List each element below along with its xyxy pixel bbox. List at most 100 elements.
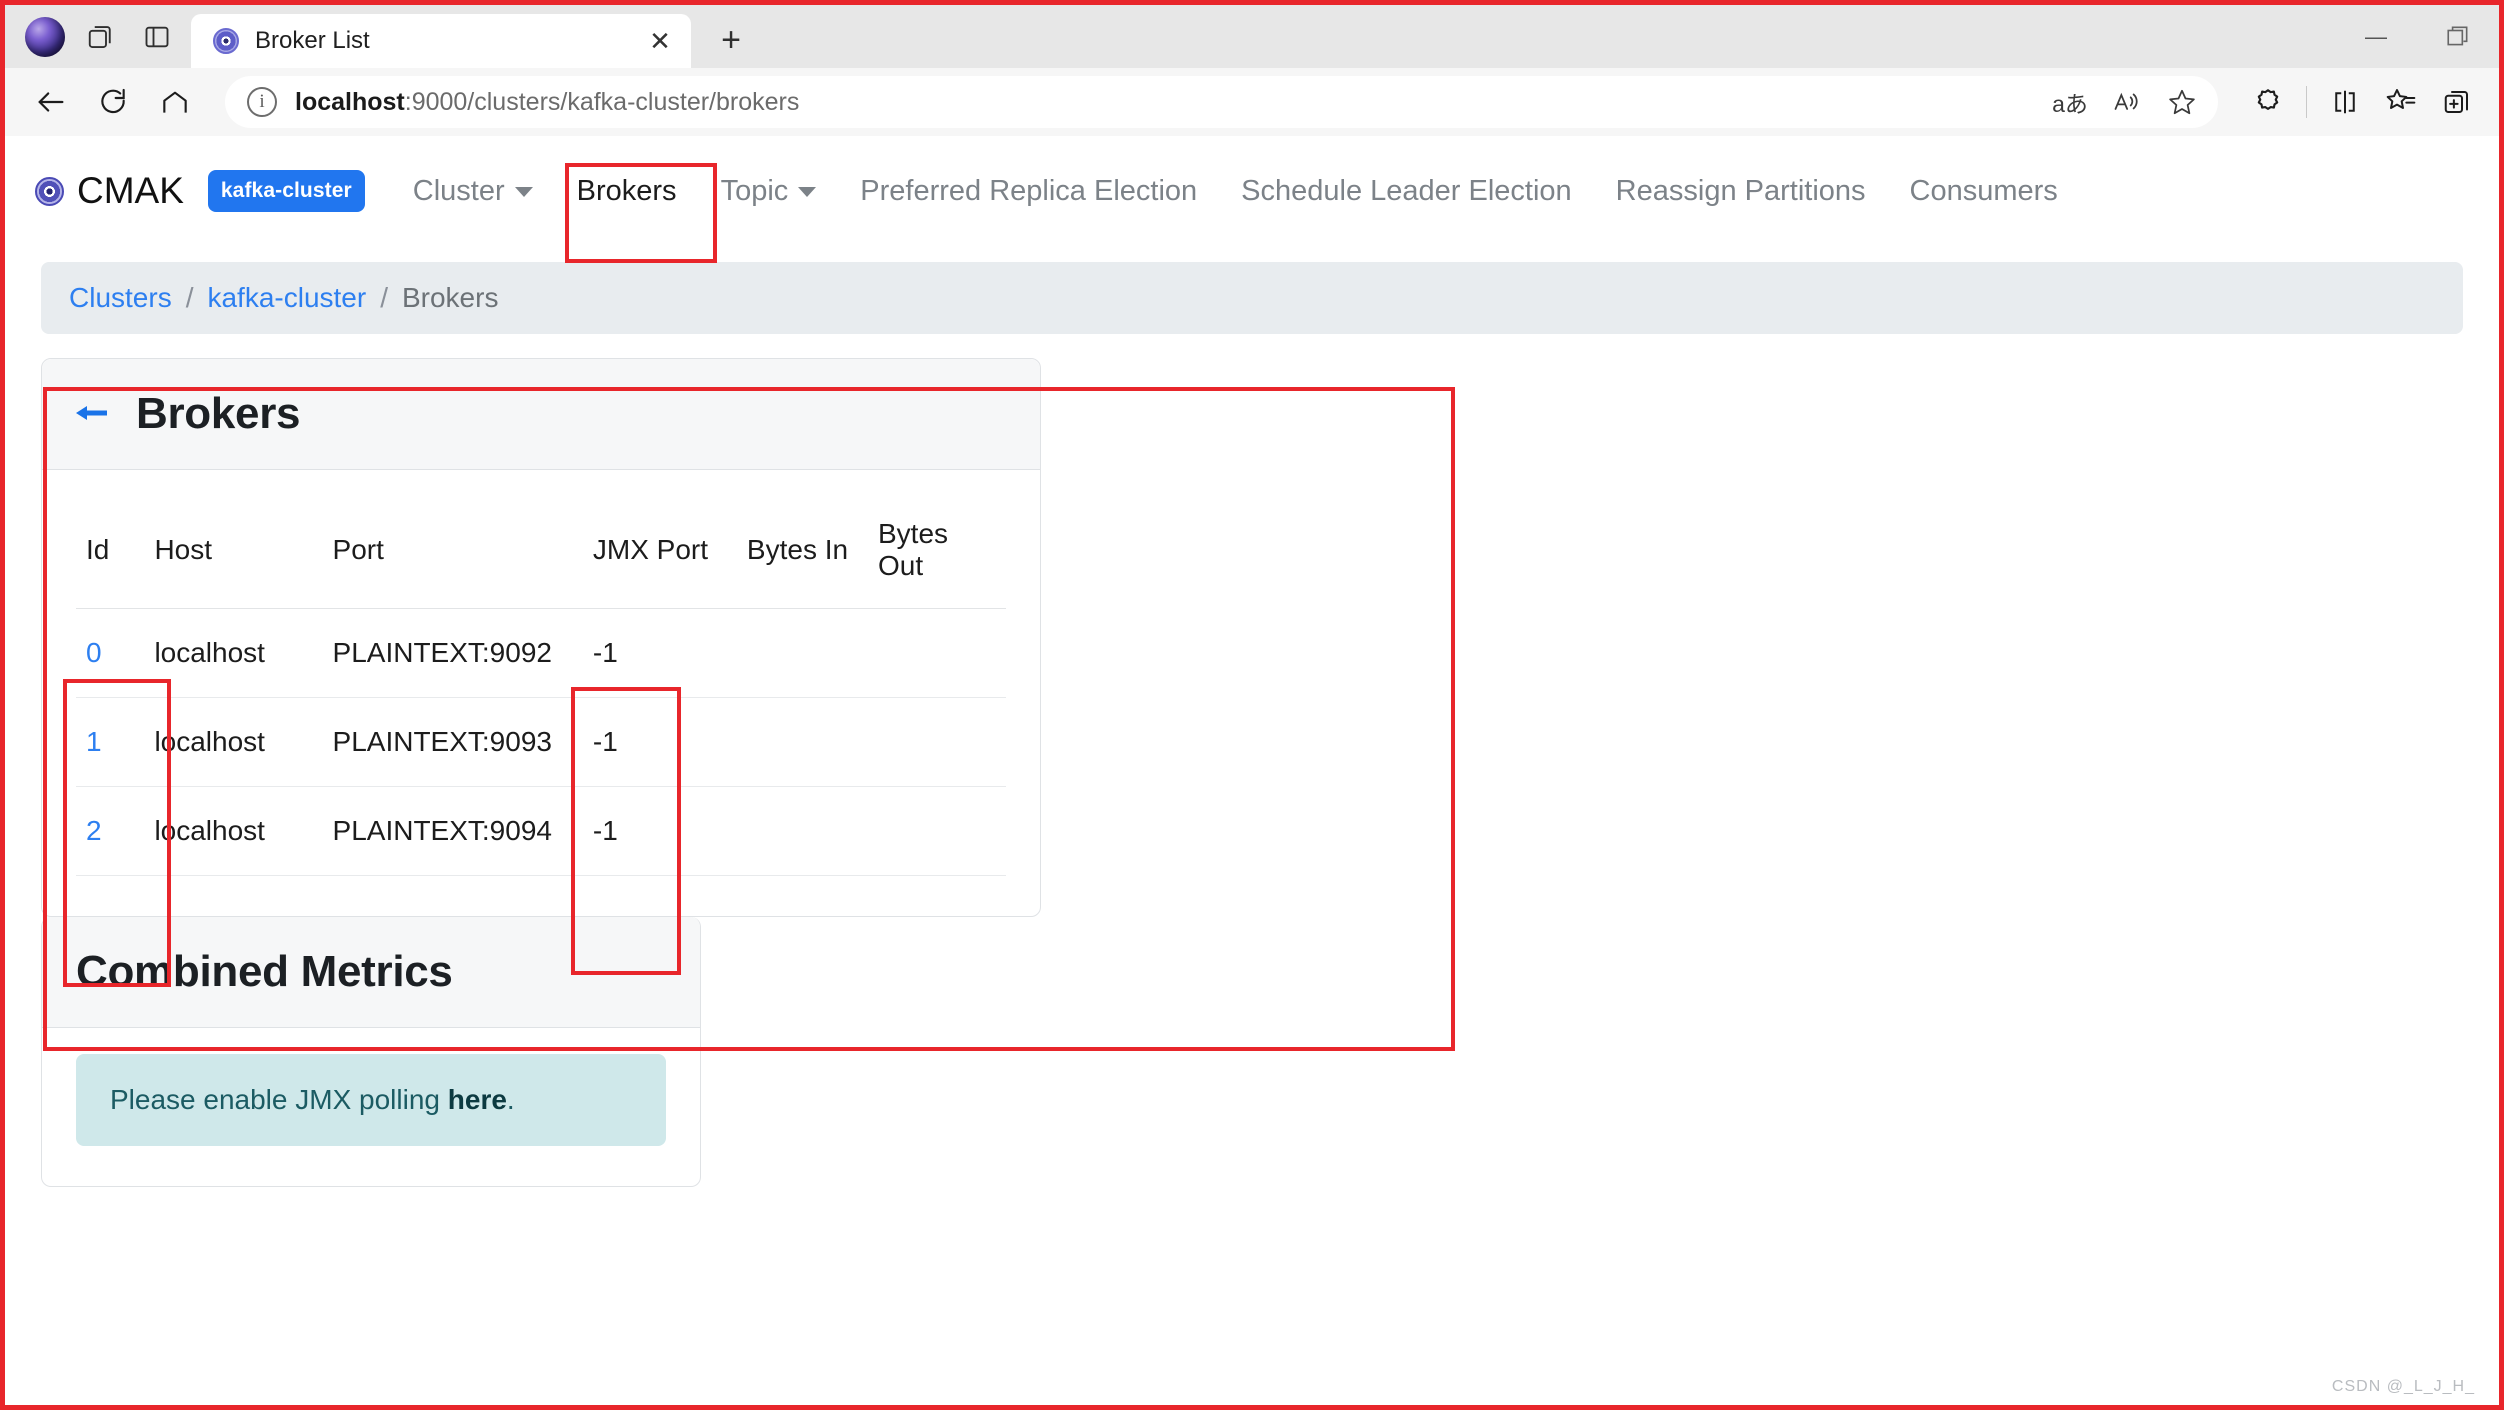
brokers-table-body: 0 localhost PLAINTEXT:9092 -1 1 localhos…: [76, 608, 1006, 876]
cmak-brand-label: CMAK: [77, 170, 184, 211]
browser-tab[interactable]: Broker List ✕: [191, 14, 691, 68]
omnibox-actions: aあ: [2044, 78, 2208, 126]
cell-bytes-out: [868, 608, 1006, 698]
reload-button[interactable]: [85, 74, 141, 130]
broker-id-link[interactable]: 1: [86, 726, 102, 757]
collections-icon[interactable]: [2429, 74, 2485, 130]
watermark: CSDN @_L_J_H_: [2331, 1378, 2475, 1395]
new-tab-button[interactable]: +: [705, 14, 757, 66]
nav-item-cluster[interactable]: Cluster: [391, 167, 555, 216]
nav-item-topic[interactable]: Topic: [699, 167, 839, 216]
breadcrumb-separator: /: [380, 282, 388, 313]
brokers-table-head: Id Host Port JMX Port Bytes In Bytes Out: [76, 496, 1006, 609]
breadcrumb-item-clusters[interactable]: Clusters: [69, 282, 172, 314]
nav-item-brokers-label: Brokers: [576, 174, 677, 207]
app-navbar: CMAK kafka-cluster Cluster Brokers Topic…: [5, 136, 2499, 246]
cell-host: localhost: [144, 697, 323, 787]
brokers-card-header: Brokers: [42, 359, 1040, 470]
cmak-favicon-icon: [213, 28, 239, 54]
split-screen-icon[interactable]: [2317, 74, 2373, 130]
read-aloud-icon[interactable]: [2100, 78, 2152, 126]
table-row: 2 localhost PLAINTEXT:9094 -1: [76, 786, 1006, 876]
back-button[interactable]: [23, 74, 79, 130]
nav-item-consumers[interactable]: Consumers: [1888, 167, 2080, 216]
cell-port: PLAINTEXT:9094: [322, 786, 583, 876]
nav-item-preferred-replica-election[interactable]: Preferred Replica Election: [838, 167, 1219, 216]
cell-bytes-in: [736, 697, 868, 787]
column-header-bytes-in: Bytes In: [736, 496, 868, 609]
web-page: CMAK kafka-cluster Cluster Brokers Topic…: [5, 136, 2499, 1404]
cell-bytes-in: [736, 786, 868, 876]
cmak-brand[interactable]: CMAK: [35, 170, 184, 212]
jmx-alert-suffix: .: [506, 1084, 515, 1115]
site-info-icon[interactable]: i: [247, 87, 277, 117]
brokers-card-title: Brokers: [136, 389, 301, 438]
brokers-card-body: Id Host Port JMX Port Bytes In Bytes Out…: [42, 470, 1040, 916]
cell-port: PLAINTEXT:9092: [322, 608, 583, 698]
cell-id: 1: [76, 697, 145, 787]
brokers-card: Brokers Id Host Port JMX Port Bytes In B…: [41, 358, 1041, 917]
breadcrumb: Clusters / kafka-cluster / Brokers: [41, 262, 2463, 334]
profile-orb-icon: [25, 17, 65, 57]
cell-jmx-port: -1: [582, 697, 737, 787]
address-bar[interactable]: i localhost:9000/clusters/kafka-cluster/…: [225, 76, 2218, 128]
cell-bytes-out: [868, 786, 1006, 876]
cell-id: 0: [76, 608, 145, 698]
toolbar-divider: [2306, 86, 2307, 118]
jmx-alert-prefix: Please enable JMX polling: [110, 1084, 448, 1115]
cell-jmx-port: -1: [582, 608, 737, 698]
tab-actions-icon[interactable]: [73, 9, 129, 65]
nav-item-schedule-leader-election[interactable]: Schedule Leader Election: [1219, 167, 1594, 216]
breadcrumb-item-kafka-cluster[interactable]: kafka-cluster: [207, 282, 366, 314]
back-arrow-icon[interactable]: [76, 399, 108, 430]
tab-title: Broker List: [255, 27, 370, 54]
breadcrumb-separator: /: [185, 282, 194, 313]
favorites-list-icon[interactable]: [2373, 74, 2429, 130]
nav-item-brokers[interactable]: Brokers: [555, 167, 699, 216]
profile-avatar[interactable]: [17, 9, 73, 65]
url-text: localhost:9000/clusters/kafka-cluster/br…: [295, 88, 2026, 117]
breadcrumb-item-brokers: Brokers: [401, 282, 499, 313]
column-header-jmx-port: JMX Port: [582, 496, 737, 609]
translate-icon[interactable]: aあ: [2044, 78, 2096, 126]
column-header-port: Port: [322, 496, 583, 609]
cell-host: localhost: [144, 786, 323, 876]
table-row: 0 localhost PLAINTEXT:9092 -1: [76, 608, 1006, 698]
brokers-table: Id Host Port JMX Port Bytes In Bytes Out…: [76, 496, 1006, 876]
favorite-star-icon[interactable]: [2156, 78, 2208, 126]
chevron-down-icon: [798, 186, 817, 197]
jmx-alert-link[interactable]: here: [448, 1084, 507, 1115]
url-path: :9000/clusters/kafka-cluster/brokers: [404, 87, 800, 116]
content-area: Brokers Id Host Port JMX Port Bytes In B…: [41, 358, 2463, 1187]
page-scrollbar[interactable]: [2483, 136, 2497, 1404]
column-header-id: Id: [76, 496, 145, 609]
browser-window: Broker List ✕ + — i localhost:9000/clust…: [0, 0, 2504, 1410]
table-header-row: Id Host Port JMX Port Bytes In Bytes Out: [76, 496, 1006, 609]
maximize-button[interactable]: [2417, 5, 2499, 68]
combined-metrics-card-header: Combined Metrics: [42, 917, 700, 1028]
column-header-host: Host: [144, 496, 323, 609]
jmx-polling-alert: Please enable JMX polling here.: [76, 1054, 666, 1146]
tab-strip: Broker List ✕ + —: [5, 5, 2499, 68]
close-tab-icon[interactable]: ✕: [639, 20, 681, 62]
copilot-icon[interactable]: [2240, 74, 2296, 130]
browser-toolbar: i localhost:9000/clusters/kafka-cluster/…: [5, 68, 2499, 136]
nav-item-cluster-label: Cluster: [412, 174, 505, 207]
minimize-button[interactable]: —: [2335, 5, 2417, 68]
nav-item-topic-label: Topic: [720, 174, 789, 207]
cell-bytes-out: [868, 697, 1006, 787]
chevron-down-icon: [514, 186, 533, 197]
cmak-logo-icon: [35, 176, 64, 206]
toolbar-right-actions: [2240, 74, 2485, 130]
home-button[interactable]: [147, 74, 203, 130]
column-header-bytes-out: Bytes Out: [868, 496, 1006, 609]
sidebar-toggle-icon[interactable]: [129, 9, 185, 65]
broker-id-link[interactable]: 2: [86, 815, 102, 846]
table-row: 1 localhost PLAINTEXT:9093 -1: [76, 697, 1006, 787]
nav-item-reassign-partitions[interactable]: Reassign Partitions: [1594, 167, 1888, 216]
url-host: localhost: [295, 87, 405, 116]
cell-id: 2: [76, 786, 145, 876]
cluster-badge[interactable]: kafka-cluster: [207, 170, 365, 212]
broker-id-link[interactable]: 0: [86, 637, 102, 668]
cell-port: PLAINTEXT:9093: [322, 697, 583, 787]
